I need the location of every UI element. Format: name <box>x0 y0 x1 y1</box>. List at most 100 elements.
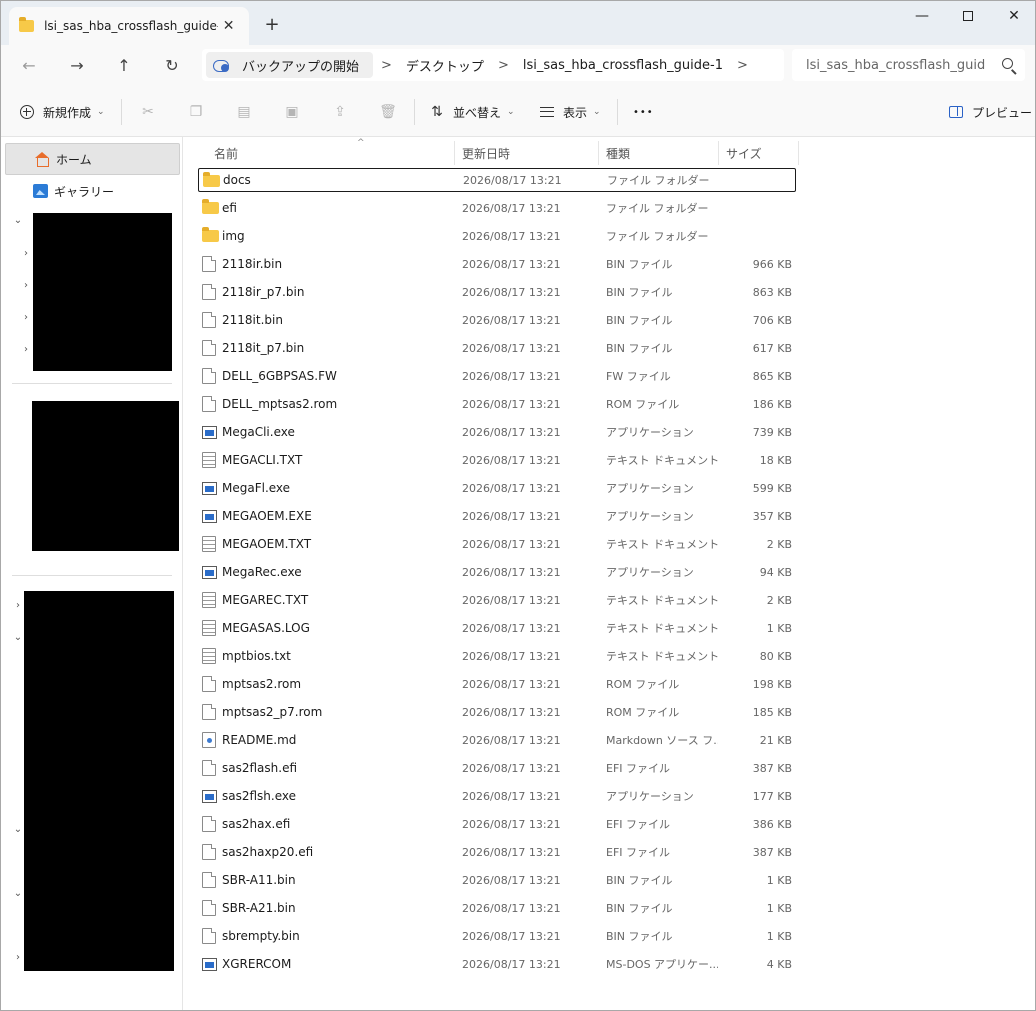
file-type: ROM ファイル <box>606 706 680 719</box>
file-size: 865 KB <box>752 369 792 383</box>
file-row[interactable]: 2118ir.bin 2026/08/17 13:21 BIN ファイル 966 KB <box>198 252 796 276</box>
column-divider[interactable] <box>454 141 455 165</box>
minimize-button[interactable]: — <box>899 1 945 33</box>
breadcrumb-separator[interactable]: > <box>490 58 517 73</box>
file-row[interactable]: MegaFl.exe 2026/08/17 13:21 アプリケーション 599 KB <box>198 476 796 500</box>
file-row[interactable]: sas2haxp20.efi 2026/08/17 13:21 EFI ファイル 38… <box>198 840 796 864</box>
file-name: docs <box>223 173 251 187</box>
new-tab-button[interactable]: + <box>259 13 285 39</box>
chevron-right-icon[interactable]: › <box>20 344 32 355</box>
file-row[interactable]: mptsas2.rom 2026/08/17 13:21 ROM ファイル 198 K… <box>198 672 796 696</box>
close-window-button[interactable]: ✕ <box>991 1 1035 33</box>
chevron-right-icon[interactable]: › <box>12 600 24 611</box>
column-divider[interactable] <box>598 141 599 165</box>
file-row[interactable]: DELL_mptsas2.rom 2026/08/17 13:21 ROM ファイル… <box>198 392 796 416</box>
chevron-down-icon[interactable]: ⌄ <box>12 888 24 899</box>
file-row[interactable]: MEGASAS.LOG 2026/08/17 13:21 テキスト ドキュメント 1 … <box>198 616 796 640</box>
chevron-right-icon[interactable]: › <box>12 952 24 963</box>
file-name: SBR-A21.bin <box>222 901 296 915</box>
file-row[interactable]: 2118it.bin 2026/08/17 13:21 BIN ファイル 706 KB <box>198 308 796 332</box>
column-header-size[interactable]: サイズ <box>726 141 762 165</box>
file-row[interactable]: MegaRec.exe 2026/08/17 13:21 アプリケーション 94 KB <box>198 560 796 584</box>
file-row[interactable]: DELL_6GBPSAS.FW 2026/08/17 13:21 FW ファイル 86… <box>198 364 796 388</box>
file-row[interactable]: sas2hax.efi 2026/08/17 13:21 EFI ファイル 386 K… <box>198 812 796 836</box>
refresh-button[interactable]: ↻ <box>158 53 186 79</box>
markdown-file-icon <box>202 732 216 748</box>
file-row[interactable]: MEGAOEM.EXE 2026/08/17 13:21 アプリケーション 357 K… <box>198 504 796 528</box>
close-tab-icon[interactable]: ✕ <box>218 18 239 34</box>
file-type: BIN ファイル <box>606 930 673 943</box>
breadcrumb-desktop[interactable]: デスクトップ <box>400 56 490 75</box>
file-date: 2026/08/17 13:21 <box>462 733 561 747</box>
up-button[interactable]: ↑ <box>110 53 138 79</box>
chevron-down-icon[interactable]: ⌄ <box>12 632 24 643</box>
file-date: 2026/08/17 13:21 <box>462 845 561 859</box>
sort-button[interactable]: ⇅ 並べ替え ⌄ <box>429 101 514 123</box>
breadcrumb-separator[interactable]: > <box>373 58 400 73</box>
file-row[interactable]: SBR-A21.bin 2026/08/17 13:21 BIN ファイル 1 KB <box>198 896 796 920</box>
file-type: アプリケーション <box>606 790 694 803</box>
file-type: テキスト ドキュメント <box>606 622 718 635</box>
file-row[interactable]: docs 2026/08/17 13:21 ファイル フォルダー <box>198 168 796 192</box>
folder-tab[interactable]: lsi_sas_hba_crossflash_guide-1 ✕ <box>9 7 249 45</box>
cut-icon[interactable]: ✂ <box>138 102 158 122</box>
breadcrumb-current-folder[interactable]: lsi_sas_hba_crossflash_guide-1 <box>517 58 729 73</box>
file-row[interactable]: 2118it_p7.bin 2026/08/17 13:21 BIN ファイル 617… <box>198 336 796 360</box>
file-row[interactable]: img 2026/08/17 13:21 ファイル フォルダー <box>198 224 796 248</box>
preview-button[interactable]: プレビュー <box>948 101 1032 123</box>
file-row[interactable]: 2118ir_p7.bin 2026/08/17 13:21 BIN ファイル 863… <box>198 280 796 304</box>
back-button[interactable]: ← <box>15 53 43 79</box>
file-row[interactable]: mptsas2_p7.rom 2026/08/17 13:21 ROM ファイル 18… <box>198 700 796 724</box>
text-document-icon <box>202 452 216 468</box>
file-row[interactable]: mptbios.txt 2026/08/17 13:21 テキスト ドキュメント 80… <box>198 644 796 668</box>
view-button[interactable]: 表示 ⌄ <box>539 101 601 123</box>
preview-button-label: プレビュー <box>972 105 1033 120</box>
file-row[interactable]: MEGACLI.TXT 2026/08/17 13:21 テキスト ドキュメント 18… <box>198 448 796 472</box>
file-row[interactable]: MEGAREC.TXT 2026/08/17 13:21 テキスト ドキュメント 2 … <box>198 588 796 612</box>
file-date: 2026/08/17 13:21 <box>462 649 561 663</box>
file-row[interactable]: MEGAOEM.TXT 2026/08/17 13:21 テキスト ドキュメント 2 … <box>198 532 796 556</box>
file-name: MEGAOEM.TXT <box>222 537 312 551</box>
copy-icon[interactable]: ❐ <box>186 102 206 122</box>
paste-icon[interactable]: ▤ <box>234 102 254 122</box>
file-row[interactable]: XGRERCOM 2026/08/17 13:21 MS-DOS アプリケー... 4… <box>198 952 796 976</box>
file-size: 1 KB <box>766 929 792 943</box>
breadcrumb-separator[interactable]: > <box>729 58 756 73</box>
column-header-date[interactable]: 更新日時 <box>462 141 510 165</box>
column-header-type[interactable]: 種類 <box>606 141 630 165</box>
address-bar[interactable]: バックアップの開始 > デスクトップ > lsi_sas_hba_crossfl… <box>202 49 784 81</box>
file-row[interactable]: README.md 2026/08/17 13:21 Markdown ソース フ.… <box>198 728 796 752</box>
file-row[interactable]: MegaCli.exe 2026/08/17 13:21 アプリケーション 739 K… <box>198 420 796 444</box>
sidebar-item-gallery[interactable]: ギャラリー <box>5 175 180 207</box>
chevron-right-icon[interactable]: › <box>20 280 32 291</box>
file-size: 21 KB <box>759 733 792 747</box>
file-row[interactable]: efi 2026/08/17 13:21 ファイル フォルダー <box>198 196 796 220</box>
chevron-right-icon[interactable]: › <box>20 248 32 259</box>
share-icon[interactable]: ⇪ <box>330 102 350 122</box>
file-type: MS-DOS アプリケー... <box>606 958 718 971</box>
file-type: BIN ファイル <box>606 258 673 271</box>
maximize-button[interactable] <box>945 1 991 33</box>
search-input[interactable]: lsi_sas_hba_crossflash_guide <box>792 49 1025 81</box>
delete-icon[interactable]: 🗑 <box>378 102 398 122</box>
file-type: アプリケーション <box>606 510 694 523</box>
chevron-down-icon: ⌄ <box>593 107 601 117</box>
more-options-button[interactable]: ••• <box>633 101 654 123</box>
chevron-down-icon[interactable]: ⌄ <box>12 215 24 226</box>
new-button[interactable]: 新規作成 ⌄ <box>19 101 105 123</box>
breadcrumb-backup[interactable]: バックアップの開始 <box>206 52 374 78</box>
file-row[interactable]: sbrempty.bin 2026/08/17 13:21 BIN ファイル 1 KB <box>198 924 796 948</box>
column-divider[interactable] <box>718 141 719 165</box>
file-row[interactable]: sas2flsh.exe 2026/08/17 13:21 アプリケーション 177 … <box>198 784 796 808</box>
file-row[interactable]: SBR-A11.bin 2026/08/17 13:21 BIN ファイル 1 KB <box>198 868 796 892</box>
file-row[interactable]: sas2flash.efi 2026/08/17 13:21 EFI ファイル 387… <box>198 756 796 780</box>
chevron-right-icon[interactable]: › <box>20 312 32 323</box>
column-divider[interactable] <box>798 141 799 165</box>
sidebar-item-home[interactable]: ホーム <box>5 143 180 175</box>
file-size: 198 KB <box>752 677 792 691</box>
forward-button[interactable]: → <box>63 53 91 79</box>
column-header-name[interactable]: 名前 ^ <box>214 138 365 165</box>
rename-icon[interactable]: ▣ <box>282 102 302 122</box>
file-date: 2026/08/17 13:21 <box>462 565 561 579</box>
chevron-down-icon[interactable]: ⌄ <box>12 824 24 835</box>
